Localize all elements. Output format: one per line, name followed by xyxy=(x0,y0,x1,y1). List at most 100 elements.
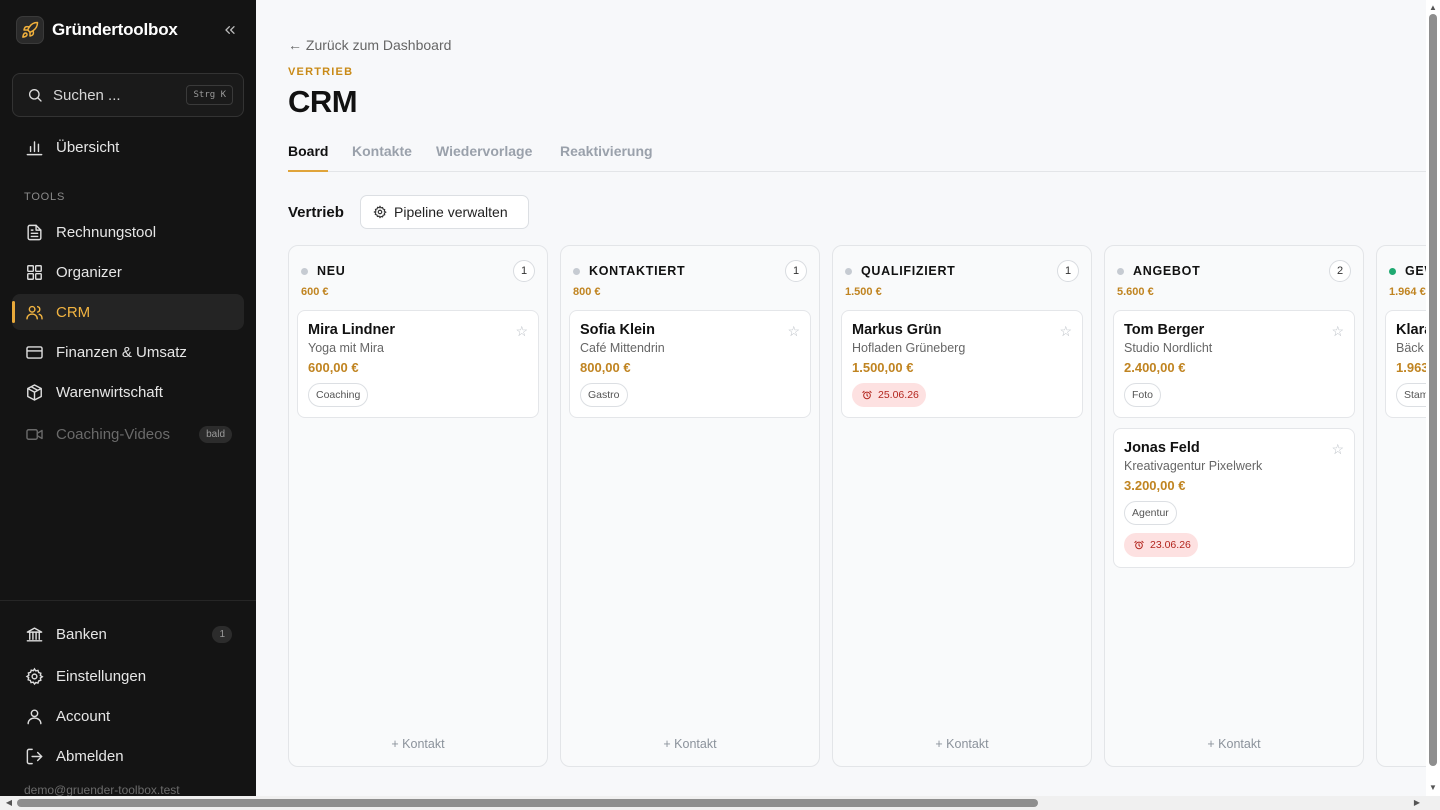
column-header: NEU 1 xyxy=(301,260,535,282)
status-dot xyxy=(573,267,580,275)
user-email: demo@gruender-toolbox.test xyxy=(24,783,180,797)
search-shortcut: Strg K xyxy=(186,85,233,105)
pipeline-name: Vertrieb xyxy=(288,204,344,221)
contact-name: Mira Lindner xyxy=(308,322,396,338)
nav-item-banks[interactable]: Banken 1 xyxy=(12,616,244,652)
deal-card[interactable]: Mira Lindner Yoga mit Mira 600,00 € Coac… xyxy=(297,310,539,418)
back-to-dashboard-link[interactable]: ← Zurück zum Dashboard xyxy=(288,37,451,53)
column-contacted: KONTAKTIERT 1 800 € Sofia Klein Café Mit… xyxy=(560,245,820,767)
contact-company: Kreativagentur Pixelwerk xyxy=(1124,459,1263,473)
nav-section-tools: TOOLS xyxy=(24,191,66,203)
due-date-badge: 25.06.26 xyxy=(852,383,926,407)
column-title: KONTAKTIERT xyxy=(589,264,686,278)
contact-company: Yoga mit Mira xyxy=(308,341,384,355)
logout-icon xyxy=(24,746,44,766)
contact-name: Tom Berger xyxy=(1124,322,1205,338)
package-icon xyxy=(24,382,44,402)
deal-value: 2.400,00 € xyxy=(1124,360,1186,375)
nav-label-crm: CRM xyxy=(56,303,91,321)
deal-card[interactable]: Jonas Feld Kreativagentur Pixelwerk 3.20… xyxy=(1113,428,1355,568)
column-header: ANGEBOT 2 xyxy=(1117,260,1351,282)
nav-label-finance: Finanzen & Umsatz xyxy=(56,343,187,361)
add-contact-button[interactable]: + Kontakt xyxy=(1105,737,1363,751)
nav-item-settings[interactable]: Einstellungen xyxy=(12,658,244,694)
tab-follow-up[interactable]: Wiedervorlage xyxy=(436,143,532,172)
horizontal-scroll-thumb[interactable] xyxy=(17,799,1038,807)
column-count: 1 xyxy=(513,260,535,282)
add-contact-button[interactable]: + Kontakt xyxy=(289,737,547,751)
contact-name: Markus Grün xyxy=(852,322,942,338)
collapse-sidebar-button[interactable] xyxy=(220,20,240,40)
search-placeholder: Suchen ... xyxy=(53,86,121,104)
scroll-left-arrow-icon[interactable]: ◀ xyxy=(3,797,15,809)
column-title: ANGEBOT xyxy=(1133,264,1201,278)
nav-item-crm[interactable]: CRM xyxy=(12,294,244,330)
deal-card[interactable]: Markus Grün Hofladen Grüneberg 1.500,00 … xyxy=(841,310,1083,418)
manage-pipeline-button[interactable]: Pipeline verwalten xyxy=(360,195,529,229)
scroll-up-arrow-icon[interactable]: ▲ xyxy=(1427,2,1439,14)
deal-card[interactable]: Sofia Klein Café Mittendrin 800,00 € Gas… xyxy=(569,310,811,418)
deal-value: 1.500,00 € xyxy=(852,360,914,375)
kanban-board: NEU 1 600 € Mira Lindner Yoga mit Mira 6… xyxy=(288,245,1426,767)
search-input[interactable]: Suchen ... Strg K xyxy=(12,73,244,117)
column-offer: ANGEBOT 2 5.600 € Tom Berger Studio Nord… xyxy=(1104,245,1364,767)
column-count: 1 xyxy=(785,260,807,282)
star-icon[interactable]: ☆ xyxy=(787,323,800,340)
column-won: GEW 1.964 € Klara Bäck 1.963 Stam xyxy=(1376,245,1426,767)
nav-item-invoice[interactable]: Rechnungstool xyxy=(12,214,244,250)
banks-count-badge: 1 xyxy=(212,625,232,643)
nav-item-logout[interactable]: Abmelden xyxy=(12,738,244,774)
contact-tag: Coaching xyxy=(308,383,369,407)
column-sum: 600 € xyxy=(301,286,329,298)
add-contact-button[interactable]: + Kontakt xyxy=(561,737,819,751)
nav-item-coaching: Coaching-Videos bald xyxy=(12,416,244,452)
nav-item-inventory[interactable]: Warenwirtschaft xyxy=(12,374,244,410)
nav-label-overview: Übersicht xyxy=(56,138,120,156)
star-icon[interactable]: ☆ xyxy=(515,323,528,340)
grid-icon xyxy=(24,262,44,282)
search-icon xyxy=(29,89,42,102)
nav-label-coaching: Coaching-Videos xyxy=(56,425,170,443)
star-icon[interactable]: ☆ xyxy=(1331,323,1344,340)
bank-icon xyxy=(24,624,44,644)
nav-label-account: Account xyxy=(56,707,111,725)
column-sum: 5.600 € xyxy=(1117,286,1154,298)
tab-board[interactable]: Board xyxy=(288,143,329,172)
contact-company: Café Mittendrin xyxy=(580,341,665,355)
deal-card[interactable]: Tom Berger Studio Nordlicht 2.400,00 € F… xyxy=(1113,310,1355,418)
scroll-down-arrow-icon[interactable]: ▼ xyxy=(1427,782,1439,794)
column-sum: 800 € xyxy=(573,286,601,298)
sidebar-divider xyxy=(0,600,256,601)
users-icon xyxy=(24,302,44,322)
star-icon[interactable]: ☆ xyxy=(1059,323,1072,340)
nav-item-organizer[interactable]: Organizer xyxy=(12,254,244,290)
status-dot xyxy=(845,267,852,275)
tab-contacts[interactable]: Kontakte xyxy=(352,143,412,172)
column-count: 1 xyxy=(1057,260,1079,282)
nav-label-inventory: Warenwirtschaft xyxy=(56,383,163,401)
bar-chart-icon xyxy=(24,137,44,157)
brand[interactable]: Gründertoolbox xyxy=(16,15,178,45)
nav-item-finance[interactable]: Finanzen & Umsatz xyxy=(12,334,244,370)
tab-reactivation[interactable]: Reaktivierung xyxy=(560,143,653,172)
nav-item-overview[interactable]: Übersicht xyxy=(12,129,244,165)
column-header: KONTAKTIERT 1 xyxy=(573,260,807,282)
coming-soon-badge: bald xyxy=(199,425,232,443)
column-new: NEU 1 600 € Mira Lindner Yoga mit Mira 6… xyxy=(288,245,548,767)
due-date: 25.06.26 xyxy=(878,389,919,401)
star-icon[interactable]: ☆ xyxy=(1331,441,1344,458)
deal-value: 3.200,00 € xyxy=(1124,478,1186,493)
due-date: 23.06.26 xyxy=(1150,539,1191,551)
deal-value: 600,00 € xyxy=(308,360,359,375)
column-title: GEW xyxy=(1405,264,1426,278)
scroll-right-arrow-icon[interactable]: ▶ xyxy=(1411,797,1423,809)
deal-card[interactable]: Klara Bäck 1.963 Stam xyxy=(1385,310,1426,418)
rocket-logo-icon xyxy=(16,16,44,44)
gear-icon xyxy=(24,666,44,686)
page-title: CRM xyxy=(288,84,358,119)
add-contact-button[interactable]: + Kontakt xyxy=(833,737,1091,751)
vertical-scroll-thumb[interactable] xyxy=(1429,14,1437,766)
alarm-clock-icon xyxy=(862,390,872,400)
column-header: GEW xyxy=(1389,262,1426,280)
nav-item-account[interactable]: Account xyxy=(12,698,244,734)
